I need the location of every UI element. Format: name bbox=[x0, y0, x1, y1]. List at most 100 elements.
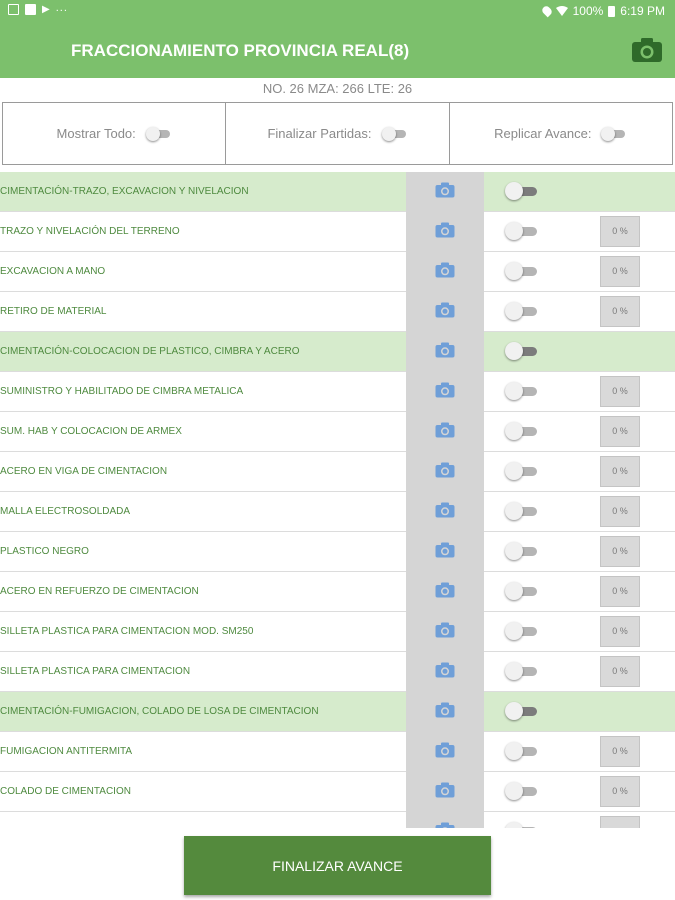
finalize-items-toggle[interactable] bbox=[381, 126, 408, 141]
item-toggle[interactable] bbox=[505, 662, 539, 680]
wifi-icon bbox=[555, 6, 568, 16]
group-toggle[interactable] bbox=[505, 182, 539, 200]
camera-icon[interactable] bbox=[435, 582, 455, 603]
progress-percent-field[interactable]: 0 % bbox=[600, 776, 640, 807]
item-label: ACERO EN REFUERZO DE CIMENTACION bbox=[0, 586, 199, 597]
camera-icon[interactable] bbox=[435, 182, 455, 203]
group-toggle[interactable] bbox=[505, 342, 539, 360]
item-row: COLADO DE CIMENTACION 0 % bbox=[0, 772, 675, 812]
photo-cell bbox=[406, 572, 484, 612]
group-label: CIMENTACIÓN-FUMIGACION, COLADO DE LOSA D… bbox=[0, 706, 319, 717]
item-row: ACERO EN VIGA DE CIMENTACION 0 % bbox=[0, 452, 675, 492]
item-toggle[interactable] bbox=[505, 422, 539, 440]
item-toggle[interactable] bbox=[505, 302, 539, 320]
photo-cell bbox=[406, 212, 484, 252]
photo-cell bbox=[406, 332, 484, 372]
group-row: CIMENTACIÓN-FUMIGACION, COLADO DE LOSA D… bbox=[0, 692, 675, 732]
progress-percent-field[interactable]: 0 % bbox=[600, 736, 640, 767]
camera-icon[interactable] bbox=[631, 37, 663, 63]
battery-percent: 100% bbox=[572, 4, 604, 18]
photo-cell bbox=[406, 172, 484, 212]
footer: FINALIZAR AVANCE bbox=[0, 828, 675, 900]
progress-percent-field[interactable]: 0 % bbox=[600, 216, 640, 247]
item-toggle[interactable] bbox=[505, 742, 539, 760]
photo-cell bbox=[406, 452, 484, 492]
location-icon bbox=[540, 4, 553, 18]
camera-icon[interactable] bbox=[435, 502, 455, 523]
group-row: CIMENTACIÓN-TRAZO, EXCAVACION Y NIVELACI… bbox=[0, 172, 675, 212]
camera-icon[interactable] bbox=[435, 422, 455, 443]
finalize-progress-button[interactable]: FINALIZAR AVANCE bbox=[184, 836, 491, 895]
progress-percent-field[interactable]: 0 % bbox=[600, 296, 640, 327]
item-row: ACERO EN REFUERZO DE CIMENTACION 0 % bbox=[0, 572, 675, 612]
item-row: SUM. HAB Y COLOCACION DE ARMEX 0 % bbox=[0, 412, 675, 452]
item-toggle[interactable] bbox=[505, 542, 539, 560]
progress-percent-field[interactable]: 0 % bbox=[600, 536, 640, 567]
camera-icon[interactable] bbox=[435, 702, 455, 723]
item-label: COLADO DE CIMENTACION bbox=[0, 786, 131, 797]
item-row: RETIRO DE MATERIAL 0 % bbox=[0, 292, 675, 332]
photo-cell bbox=[406, 772, 484, 812]
item-toggle[interactable] bbox=[505, 382, 539, 400]
photo-cell bbox=[406, 612, 484, 652]
camera-icon[interactable] bbox=[435, 342, 455, 363]
show-all-label: Mostrar Todo: bbox=[56, 126, 136, 141]
progress-percent-field[interactable]: 0 % bbox=[600, 416, 640, 447]
replicate-progress-toggle[interactable] bbox=[601, 126, 627, 141]
item-label: ACERO EN VIGA DE CIMENTACION bbox=[0, 466, 168, 477]
progress-percent-field[interactable] bbox=[600, 816, 640, 828]
photo-cell bbox=[406, 492, 484, 532]
page-title: FRACCIONAMIENTO PROVINCIA REAL(8) bbox=[71, 41, 410, 60]
item-label: SUM. HAB Y COLOCACION DE ARMEX bbox=[0, 426, 182, 437]
show-all-toggle[interactable] bbox=[145, 126, 172, 141]
group-row: CIMENTACIÓN-COLOCACION DE PLASTICO, CIMB… bbox=[0, 332, 675, 372]
item-row: SILLETA PLASTICA PARA CIMENTACION 0 % bbox=[0, 652, 675, 692]
item-toggle[interactable] bbox=[505, 622, 539, 640]
item-toggle[interactable] bbox=[505, 462, 539, 480]
item-toggle[interactable] bbox=[505, 222, 539, 240]
camera-icon[interactable] bbox=[435, 222, 455, 243]
show-all-option: Mostrar Todo: bbox=[3, 103, 227, 164]
item-row bbox=[0, 812, 675, 828]
item-row: MALLA ELECTROSOLDADA 0 % bbox=[0, 492, 675, 532]
item-toggle[interactable] bbox=[505, 502, 539, 520]
item-row: PLASTICO NEGRO 0 % bbox=[0, 532, 675, 572]
item-label: TRAZO Y NIVELACIÓN DEL TERRENO bbox=[0, 226, 180, 237]
progress-percent-field[interactable]: 0 % bbox=[600, 656, 640, 687]
camera-icon[interactable] bbox=[435, 542, 455, 563]
battery-icon bbox=[608, 5, 616, 17]
camera-icon[interactable] bbox=[435, 662, 455, 683]
item-row: FUMIGACION ANTITERMITA 0 % bbox=[0, 732, 675, 772]
item-toggle[interactable] bbox=[505, 262, 539, 280]
photo-cell bbox=[406, 732, 484, 772]
progress-percent-field[interactable]: 0 % bbox=[600, 256, 640, 287]
item-row: TRAZO Y NIVELACIÓN DEL TERRENO 0 % bbox=[0, 212, 675, 252]
progress-percent-field[interactable]: 0 % bbox=[600, 456, 640, 487]
work-items-list[interactable]: CIMENTACIÓN-TRAZO, EXCAVACION Y NIVELACI… bbox=[0, 172, 675, 828]
camera-icon[interactable] bbox=[435, 462, 455, 483]
progress-percent-field[interactable]: 0 % bbox=[600, 616, 640, 647]
item-toggle[interactable] bbox=[505, 782, 539, 800]
item-row: SILLETA PLASTICA PARA CIMENTACION MOD. S… bbox=[0, 612, 675, 652]
item-label: SILLETA PLASTICA PARA CIMENTACION bbox=[0, 666, 191, 677]
camera-icon[interactable] bbox=[435, 622, 455, 643]
system-status: 100% 6:19 PM bbox=[540, 4, 665, 18]
item-label bbox=[0, 812, 405, 828]
more-notifications-icon: ... bbox=[55, 2, 68, 14]
replicate-progress-label: Replicar Avance: bbox=[494, 126, 592, 141]
progress-percent-field[interactable]: 0 % bbox=[600, 576, 640, 607]
camera-icon[interactable] bbox=[435, 382, 455, 403]
camera-icon[interactable] bbox=[435, 302, 455, 323]
item-label: SILLETA PLASTICA PARA CIMENTACION MOD. S… bbox=[0, 626, 254, 637]
clock: 6:19 PM bbox=[620, 4, 665, 18]
item-toggle[interactable] bbox=[505, 582, 539, 600]
camera-icon[interactable] bbox=[435, 262, 455, 283]
item-row: EXCAVACION A MANO 0 % bbox=[0, 252, 675, 292]
status-bar: ▶ ... 100% 6:19 PM bbox=[0, 0, 675, 24]
progress-percent-field[interactable]: 0 % bbox=[600, 496, 640, 527]
group-toggle[interactable] bbox=[505, 702, 539, 720]
progress-percent-field[interactable]: 0 % bbox=[600, 376, 640, 407]
camera-icon[interactable] bbox=[435, 742, 455, 763]
camera-icon[interactable] bbox=[435, 782, 455, 803]
item-label: PLASTICO NEGRO bbox=[0, 546, 89, 557]
